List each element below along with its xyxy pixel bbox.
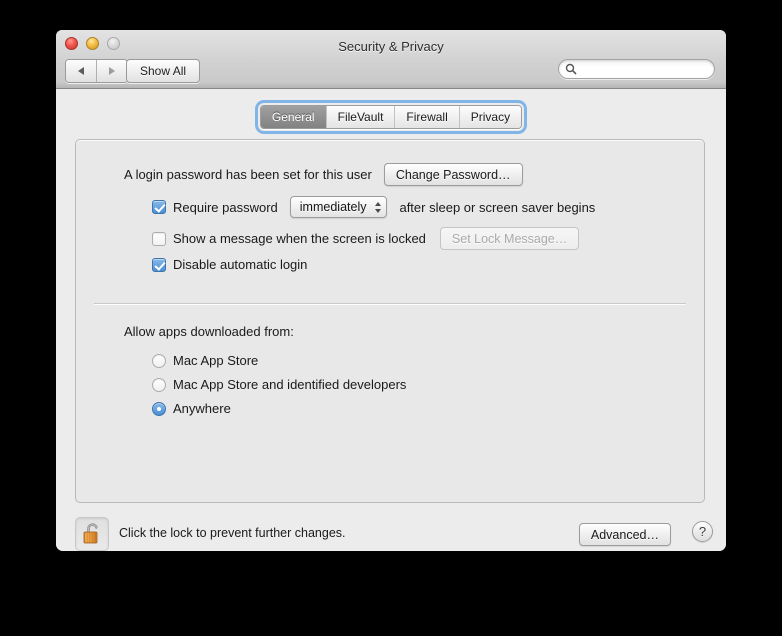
security-privacy-window: Security & Privacy Show All: [56, 30, 726, 551]
tab-firewall-label: Firewall: [406, 110, 447, 124]
tab-group: General FileVault Firewall Privacy: [260, 105, 522, 129]
window-title: Security & Privacy: [56, 39, 726, 54]
window-body: General FileVault Firewall Privacy: [56, 89, 726, 551]
tab-privacy-label: Privacy: [471, 110, 510, 124]
gatekeeper-heading: Allow apps downloaded from:: [124, 324, 294, 339]
radio-mac-app-store[interactable]: [152, 354, 166, 368]
set-lock-message-button: Set Lock Message…: [440, 227, 579, 250]
require-password-suffix: after sleep or screen saver begins: [399, 200, 595, 215]
require-password-row: Require password immediately after sleep…: [152, 196, 595, 218]
disable-auto-login-label: Disable automatic login: [173, 257, 307, 272]
forward-button: [96, 60, 127, 82]
tab-filevault[interactable]: FileVault: [326, 106, 395, 128]
require-password-delay-popup[interactable]: immediately: [290, 196, 388, 218]
stepper-arrows-icon: [375, 202, 381, 213]
lock-caption: Click the lock to prevent further change…: [119, 526, 346, 540]
lock-button[interactable]: [75, 517, 109, 551]
tab-focus-ring: General FileVault Firewall Privacy: [258, 103, 524, 131]
forward-arrow-icon: [109, 67, 115, 75]
show-all-label: Show All: [140, 64, 186, 78]
tab-general[interactable]: General: [261, 106, 326, 128]
radio-anywhere[interactable]: [152, 402, 166, 416]
require-password-delay-value: immediately: [300, 200, 367, 214]
search-input[interactable]: [581, 61, 709, 77]
back-arrow-icon: [78, 67, 84, 75]
tab-bar: General FileVault Firewall Privacy: [56, 103, 726, 131]
disable-auto-login-checkbox[interactable]: [152, 258, 166, 272]
search-icon: [565, 63, 577, 75]
help-label: ?: [699, 524, 706, 539]
radio-identified-developers-label: Mac App Store and identified developers: [173, 377, 406, 392]
back-button[interactable]: [66, 60, 96, 82]
unlocked-padlock-icon: [81, 522, 103, 546]
gatekeeper-option-identified-developers[interactable]: Mac App Store and identified developers: [152, 377, 406, 392]
require-password-label: Require password: [173, 200, 278, 215]
tab-firewall[interactable]: Firewall: [394, 106, 458, 128]
set-lock-message-label: Set Lock Message…: [452, 232, 567, 246]
change-password-label: Change Password…: [396, 168, 511, 182]
general-settings-panel: A login password has been set for this u…: [75, 139, 705, 503]
gatekeeper-option-anywhere[interactable]: Anywhere: [152, 401, 231, 416]
radio-identified-developers[interactable]: [152, 378, 166, 392]
help-button[interactable]: ?: [692, 521, 713, 542]
disable-auto-login-row: Disable automatic login: [152, 257, 307, 272]
section-divider: [94, 303, 686, 304]
search-field[interactable]: [558, 59, 715, 79]
tab-filevault-label: FileVault: [338, 110, 384, 124]
login-password-status: A login password has been set for this u…: [124, 167, 372, 182]
gatekeeper-heading-row: Allow apps downloaded from:: [124, 324, 294, 339]
tab-general-label: General: [272, 110, 315, 124]
gatekeeper-option-mac-app-store[interactable]: Mac App Store: [152, 353, 258, 368]
advanced-label: Advanced…: [591, 528, 659, 542]
show-lock-message-row: Show a message when the screen is locked…: [152, 227, 579, 250]
login-password-row: A login password has been set for this u…: [124, 163, 523, 186]
change-password-button[interactable]: Change Password…: [384, 163, 523, 186]
show-lock-message-checkbox[interactable]: [152, 232, 166, 246]
require-password-checkbox[interactable]: [152, 200, 166, 214]
tab-privacy[interactable]: Privacy: [459, 106, 521, 128]
show-all-button[interactable]: Show All: [126, 59, 200, 83]
window-titlebar: Security & Privacy Show All: [56, 30, 726, 89]
show-lock-message-label: Show a message when the screen is locked: [173, 231, 426, 246]
radio-mac-app-store-label: Mac App Store: [173, 353, 258, 368]
advanced-button[interactable]: Advanced…: [579, 523, 671, 546]
radio-anywhere-label: Anywhere: [173, 401, 231, 416]
navigation-segmented-control: [65, 59, 128, 83]
